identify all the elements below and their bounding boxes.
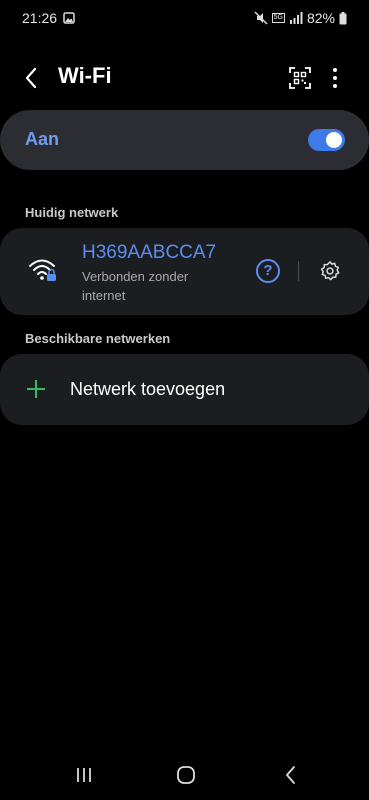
status-time: 21:26 xyxy=(22,10,58,26)
app-header: Wi-Fi xyxy=(0,56,369,100)
settings-icon[interactable] xyxy=(319,260,341,282)
network-status: Verbonden zonder internet xyxy=(82,269,189,303)
battery-icon xyxy=(339,11,347,25)
add-network-label: Netwerk toevoegen xyxy=(70,379,226,399)
section-available-networks: Beschikbare netwerken xyxy=(25,331,171,346)
more-options-button[interactable] xyxy=(325,64,345,92)
status-bar: 21:26 5G 82% xyxy=(0,0,369,36)
section-current-network: Huidig netwerk xyxy=(25,205,119,220)
status-right: 5G 82% xyxy=(254,10,347,26)
plus-icon xyxy=(26,379,46,399)
image-icon xyxy=(63,12,75,24)
home-icon[interactable] xyxy=(176,765,196,785)
qr-scan-button[interactable] xyxy=(286,64,314,92)
recents-icon[interactable] xyxy=(74,765,94,785)
status-left: 21:26 xyxy=(22,10,75,26)
network-ssid: H369AABCCA7 xyxy=(82,242,217,263)
page-title: Wi-Fi xyxy=(58,63,112,88)
more-icon xyxy=(333,68,337,88)
back-button[interactable] xyxy=(20,66,44,90)
back-icon xyxy=(25,67,37,89)
help-icon[interactable]: ? xyxy=(256,259,280,283)
wifi-toggle-row[interactable]: Aan xyxy=(0,110,369,170)
back-nav-icon[interactable] xyxy=(281,765,301,785)
switch-knob xyxy=(326,132,342,148)
battery-percent: 82% xyxy=(306,10,335,26)
wifi-lock-icon xyxy=(28,256,58,284)
add-network-button[interactable]: Netwerk toevoegen xyxy=(0,354,369,425)
qr-code-icon xyxy=(289,67,311,89)
mute-icon xyxy=(254,11,268,25)
signal-icon xyxy=(289,12,303,24)
divider xyxy=(298,261,299,281)
wifi-switch[interactable] xyxy=(308,129,345,151)
toggle-label: Aan xyxy=(25,129,60,149)
current-network-card[interactable]: H369AABCCA7 Verbonden zonder internet xyxy=(0,228,369,315)
network-badge: 5G xyxy=(271,13,285,23)
navigation-bar xyxy=(0,755,369,795)
